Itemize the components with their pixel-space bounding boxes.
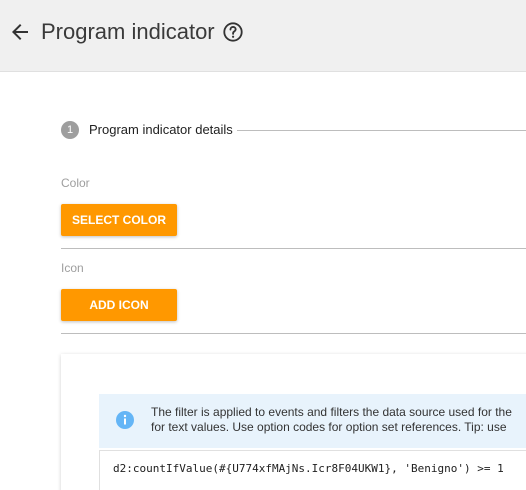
help-circle-icon <box>223 22 243 42</box>
step-connector-line <box>237 130 526 131</box>
add-icon-button[interactable]: ADD ICON <box>61 289 177 321</box>
help-button[interactable] <box>222 21 244 43</box>
step-label[interactable]: Program indicator details <box>89 121 233 139</box>
page-header: Program indicator <box>0 0 526 72</box>
page-title: Program indicator <box>41 19 215 44</box>
filter-info-line-1: The filter is applied to events and filt… <box>151 405 512 419</box>
program-indicator-page: Program indicator 1 Program indicator de… <box>0 0 526 490</box>
step-number-badge: 1 <box>61 121 79 139</box>
arrow-back-icon <box>12 24 28 40</box>
info-icon <box>116 411 134 429</box>
filter-expression-text: d2:countIfValue(#{U774xfMAjNs.Icr8F04UKW… <box>113 462 504 475</box>
filter-info-line-2: for text values. Use option codes for op… <box>151 420 507 434</box>
color-field-label: Color <box>61 176 90 190</box>
icon-field-label: Icon <box>61 261 84 275</box>
select-color-button[interactable]: SELECT COLOR <box>61 204 177 236</box>
color-divider <box>61 248 526 249</box>
back-button[interactable] <box>8 20 32 44</box>
icon-divider <box>61 333 526 334</box>
